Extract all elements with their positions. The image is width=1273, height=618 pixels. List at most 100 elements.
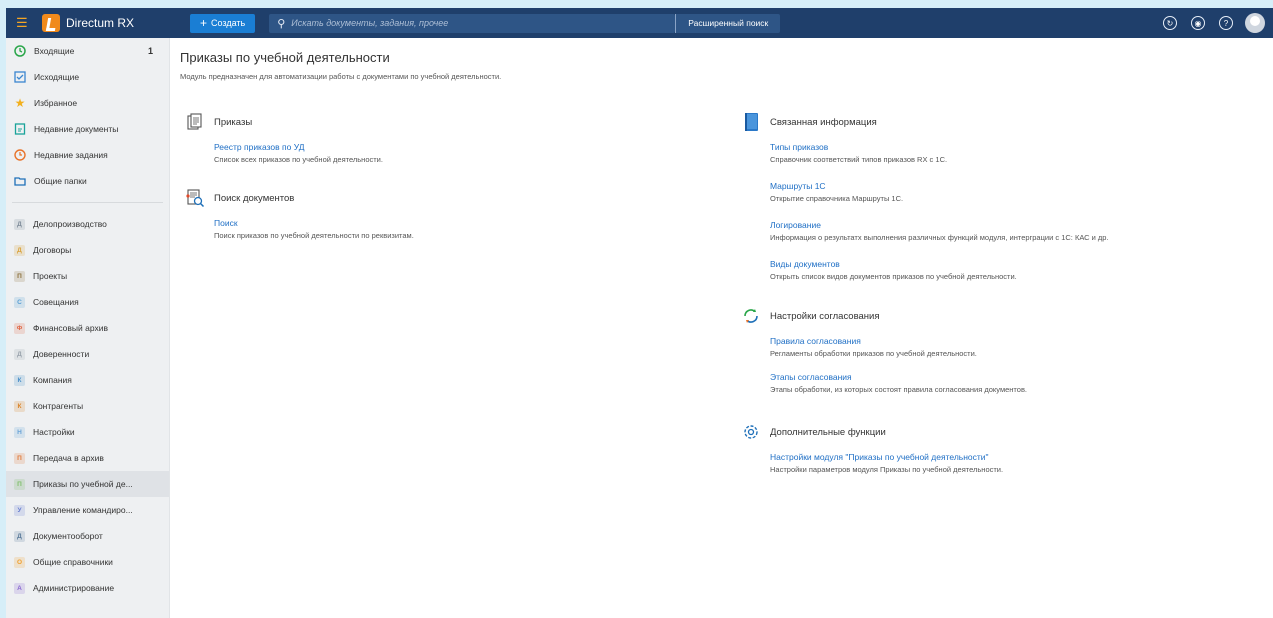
search-icon: ⚲: [277, 17, 286, 30]
gear-icon: [740, 422, 762, 442]
link-item: Этапы согласования Этапы обработки, из ко…: [770, 372, 1027, 394]
module-badge-icon: Д: [14, 218, 25, 230]
sidebar-divider: [12, 202, 163, 203]
module-badge-icon: П: [14, 478, 25, 490]
sidebar-module-item[interactable]: Д Делопроизводство: [6, 211, 169, 237]
plus-icon: +: [200, 16, 208, 30]
sidebar-item-label: Делопроизводство: [33, 219, 107, 229]
module-badge-icon: Д: [14, 530, 25, 542]
module-badge-icon: П: [14, 452, 25, 464]
star-icon: ★: [14, 96, 26, 110]
sidebar-module-item[interactable]: К Контрагенты: [6, 393, 169, 419]
sync-icon[interactable]: ↻: [1163, 16, 1177, 30]
sidebar-item-label: Контрагенты: [33, 401, 84, 411]
sidebar-module-item[interactable]: С Совещания: [6, 289, 169, 315]
link-description: Открытие справочника Маршруты 1С.: [770, 194, 904, 203]
create-button[interactable]: + Создать: [190, 13, 256, 33]
module-badge-icon: Д: [14, 348, 25, 360]
link[interactable]: Виды документов: [770, 259, 1017, 269]
folder-icon: [14, 175, 26, 187]
search-item: Поиск Поиск приказов по учебной деятельн…: [214, 218, 414, 240]
section-heading: Приказы: [214, 116, 253, 128]
search-description: Поиск приказов по учебной деятельности п…: [214, 231, 414, 240]
avatar[interactable]: [1245, 13, 1265, 33]
recent-docs-icon: [14, 123, 26, 135]
link-description: Этапы обработки, из которых состоят прав…: [770, 385, 1028, 394]
app-title: Directum RX: [66, 16, 135, 30]
search-placeholder: Искать документы, задания, прочее: [291, 18, 449, 28]
sidebar-module-item[interactable]: У Управление командиро...: [6, 497, 169, 523]
link[interactable]: Правила согласования: [770, 336, 977, 346]
sidebar-item-label: Договоры: [33, 245, 72, 255]
module-badge-icon: С: [14, 296, 25, 308]
section-related-info: Связанная информация: [740, 112, 877, 132]
advanced-search-button[interactable]: Расширенный поиск: [675, 13, 781, 33]
book-icon: [740, 112, 762, 132]
sidebar-module-item[interactable]: П Проекты: [6, 263, 169, 289]
sidebar-module-item[interactable]: А Администрирование: [6, 575, 169, 601]
sidebar-item-outbox[interactable]: Исходящие: [6, 64, 169, 90]
sidebar-item-label: Администрирование: [33, 583, 115, 593]
sidebar-module-item[interactable]: Д Документооборот: [6, 523, 169, 549]
clock-icon: [14, 45, 26, 57]
link[interactable]: Типы приказов: [770, 142, 947, 152]
sidebar-module-item[interactable]: Ф Финансовый архив: [6, 315, 169, 341]
sidebar: Входящие 1 Исходящие ★ Избранное Недавни…: [6, 38, 170, 618]
sidebar-module-item[interactable]: К Компания: [6, 367, 169, 393]
sidebar-item-shared-folders[interactable]: Общие папки: [6, 168, 169, 194]
sidebar-module-item[interactable]: Д Доверенности: [6, 341, 169, 367]
news-icon[interactable]: ◉: [1191, 16, 1205, 30]
sidebar-module-item[interactable]: П Передача в архив: [6, 445, 169, 471]
module-badge-icon: Д: [14, 244, 25, 256]
sidebar-module-item[interactable]: Д Договоры: [6, 237, 169, 263]
page-subtitle: Модуль предназначен для автоматизации ра…: [180, 72, 502, 81]
section-document-search: Поиск документов: [184, 188, 294, 208]
top-icons: ↻ ◉ ?: [1149, 13, 1265, 33]
search-link[interactable]: Поиск: [214, 218, 414, 228]
sidebar-item-label: Недавние задания: [34, 150, 108, 160]
orders-registry-link[interactable]: Реестр приказов по УД: [214, 142, 383, 152]
link[interactable]: Настройки модуля "Приказы по учебной дея…: [770, 452, 1003, 462]
help-icon[interactable]: ?: [1219, 16, 1233, 30]
orders-registry-item: Реестр приказов по УД Список всех приказ…: [214, 142, 383, 164]
sidebar-module-item[interactable]: П Приказы по учебной де...: [6, 471, 169, 497]
documents-icon: [184, 112, 206, 132]
sidebar-item-label: Избранное: [34, 98, 78, 108]
inbox-count-badge: 1: [147, 46, 153, 56]
sidebar-item-label: Недавние документы: [34, 124, 119, 134]
sidebar-module-item[interactable]: О Общие справочники: [6, 549, 169, 575]
section-heading: Настройки согласования: [770, 310, 880, 322]
sidebar-item-inbox[interactable]: Входящие 1: [6, 38, 169, 64]
module-badge-icon: Н: [14, 426, 25, 438]
section-approval-settings: Настройки согласования: [740, 306, 880, 326]
directum-logo: [42, 14, 60, 32]
module-list: Д Делопроизводство Д Договоры П Проекты С Совещ…: [6, 211, 169, 601]
sidebar-item-recent-tasks[interactable]: Недавние задания: [6, 142, 169, 168]
link-description: Открыть список видов документов приказов…: [770, 272, 1017, 281]
link[interactable]: Этапы согласования: [770, 372, 1027, 382]
sidebar-item-label: Совещания: [33, 297, 79, 307]
sidebar-item-label: Документооборот: [33, 531, 103, 541]
sidebar-item-label: Общие папки: [34, 176, 87, 186]
sidebar-item-label: Входящие: [34, 46, 75, 56]
menu-icon[interactable]: ☰: [16, 8, 36, 38]
link-description: Регламенты обработки приказов по учебной…: [770, 349, 977, 358]
sidebar-module-item[interactable]: Н Настройки: [6, 419, 169, 445]
sidebar-item-label: Управление командиро...: [33, 505, 133, 515]
create-button-label: Создать: [211, 18, 246, 28]
refresh-cycle-icon: [740, 306, 762, 326]
link-description: Информация о результатх выполнения разли…: [770, 233, 1109, 242]
link[interactable]: Маршруты 1С: [770, 181, 903, 191]
search-input[interactable]: ⚲ Искать документы, задания, прочее: [269, 13, 676, 33]
sidebar-item-favorites[interactable]: ★ Избранное: [6, 90, 169, 116]
link-item: Виды документов Открыть список видов доку…: [770, 259, 1017, 281]
link-item: Правила согласования Регламенты обработки…: [770, 336, 977, 358]
sidebar-item-label: Проекты: [33, 271, 68, 281]
link-item: Типы приказов Справочник соответствий тип…: [770, 142, 947, 164]
section-extra-functions: Дополнительные функции: [740, 422, 886, 442]
link[interactable]: Логирование: [770, 220, 1109, 230]
sidebar-item-label: Настройки: [33, 427, 75, 437]
sidebar-item-recent-documents[interactable]: Недавние документы: [6, 116, 169, 142]
section-heading: Связанная информация: [770, 116, 877, 128]
sidebar-item-label: Доверенности: [33, 349, 90, 359]
